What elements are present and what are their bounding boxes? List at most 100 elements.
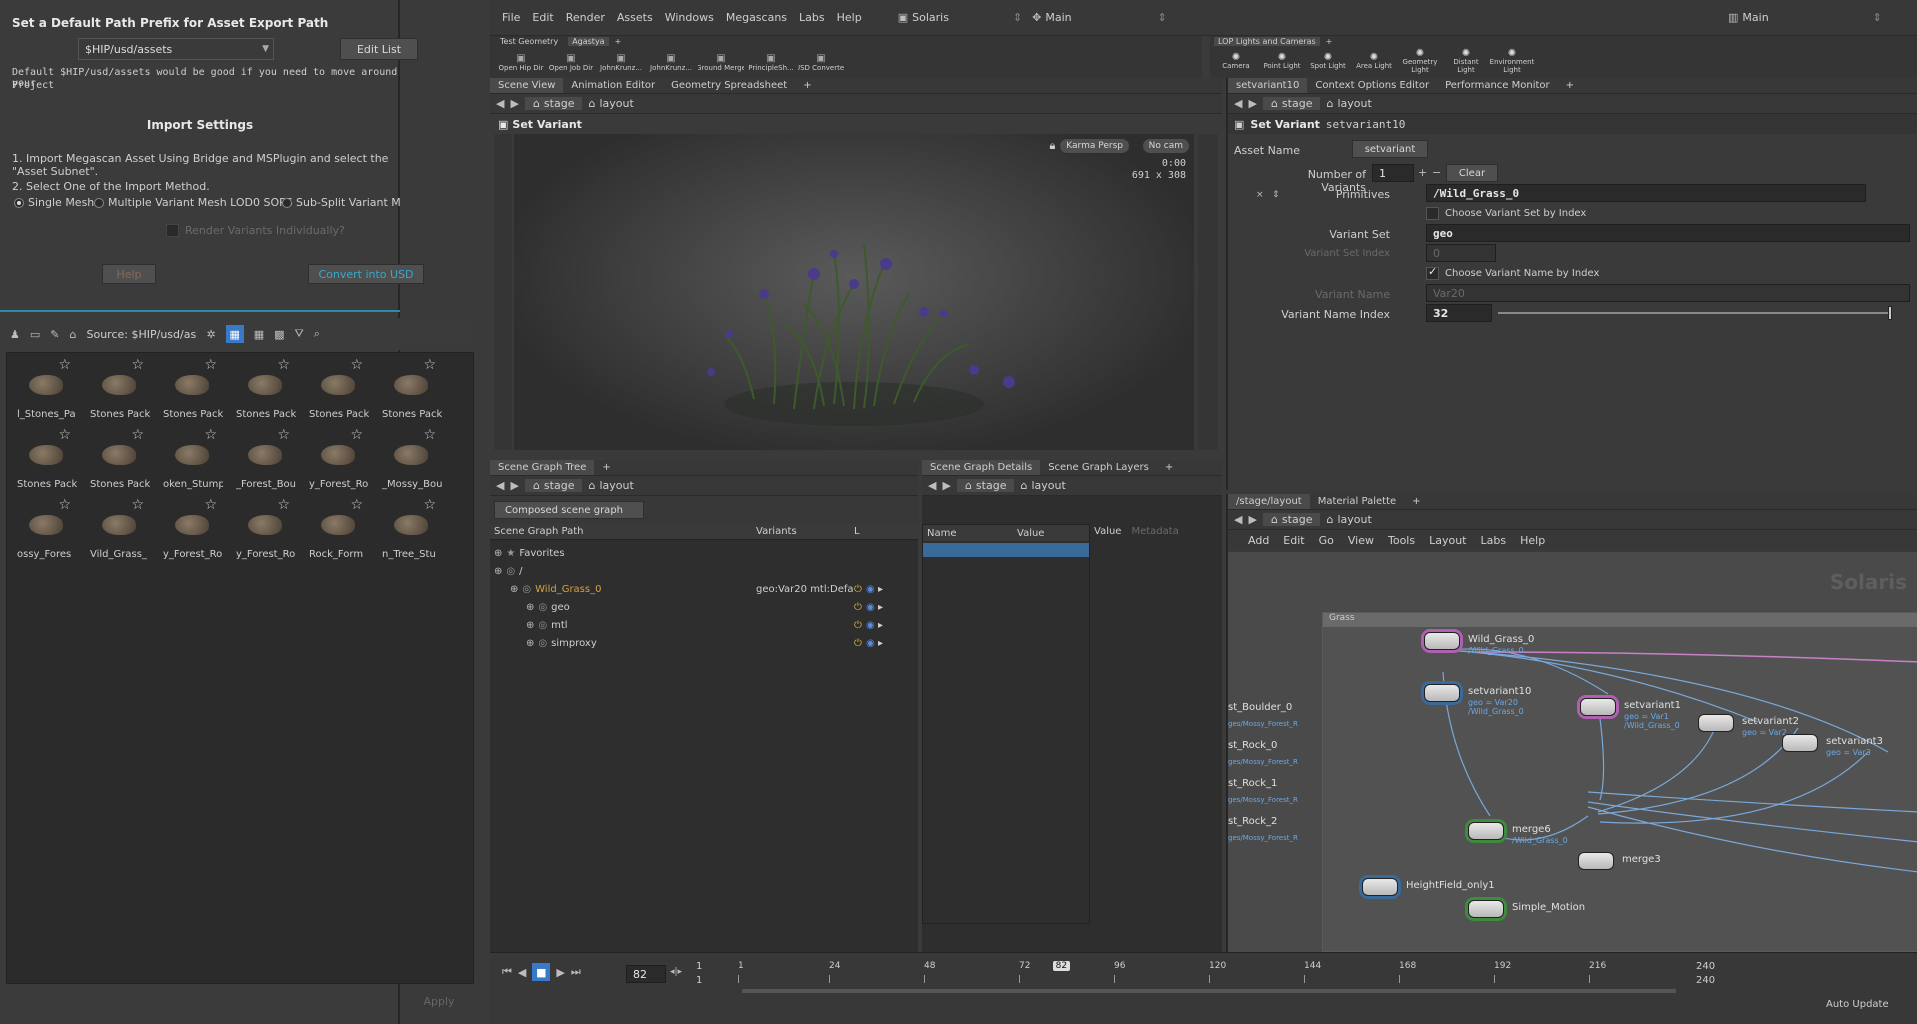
clear-button[interactable]: Clear — [1446, 164, 1498, 182]
favorite-star-icon[interactable]: ☆ — [350, 357, 363, 373]
solaris-icon[interactable]: ◉ — [866, 638, 878, 649]
param-tab-0[interactable]: setvariant10 — [1228, 78, 1308, 93]
favorite-star-icon[interactable]: ☆ — [277, 427, 290, 443]
side-node-label[interactable]: ges/Mossy_Forest_R — [1228, 796, 1308, 816]
asset-tile[interactable]: ☆ Vild_Grass_ — [90, 497, 150, 567]
asset-tile[interactable]: ☆ y_Forest_Ro — [236, 497, 296, 567]
asset-tile[interactable]: ☆ y_Forest_Ro — [163, 497, 223, 567]
slider-handle[interactable] — [1888, 306, 1892, 320]
start-frame[interactable]: 1 — [696, 961, 718, 972]
menu-edit[interactable]: Edit — [532, 11, 553, 24]
filter-icon[interactable]: ⛛ — [295, 327, 304, 341]
tree-row[interactable]: ⊕ ◎ mtl ⏻ ◉ ▸ — [490, 616, 918, 634]
metadata-tab[interactable]: Metadata — [1131, 526, 1178, 537]
forward-icon[interactable]: ▶ — [1248, 97, 1256, 110]
crumb-layout[interactable]: ⌂ layout — [588, 479, 633, 492]
radio-sub-split[interactable]: Sub-Split Variant Meshes inside LOD0 — [282, 196, 400, 209]
step-icon[interactable]: ◂|▸ — [670, 967, 682, 977]
crumb-layout[interactable]: ⌂ layout — [1020, 479, 1065, 492]
forward-icon[interactable]: ▶ — [1248, 513, 1256, 526]
asset-tile[interactable]: ☆ Stones Pack — [382, 357, 442, 427]
favorite-star-icon[interactable]: ☆ — [204, 357, 217, 373]
network-tab-1[interactable]: Material Palette — [1310, 494, 1404, 509]
radio-single-mesh[interactable]: Single Mesh — [14, 196, 94, 209]
node-name-field[interactable]: setvariant10 — [1326, 118, 1405, 131]
asset-tile[interactable]: ☆ Stones Pack — [309, 357, 369, 427]
asset-tile[interactable]: ☆ Stones Pack — [90, 357, 150, 427]
frame-marker[interactable]: 82 — [1052, 961, 1071, 971]
renderer-menu[interactable]: 🔒︎ Karma Persp — [1049, 138, 1130, 154]
favorite-star-icon[interactable]: ☆ — [131, 357, 144, 373]
favorite-star-icon[interactable]: ☆ — [277, 357, 290, 373]
crumb-layout[interactable]: ⌂ layout — [1326, 513, 1371, 526]
menu-help[interactable]: Help — [837, 11, 862, 24]
crumb-stage[interactable]: ⌂ stage — [524, 479, 583, 492]
heightfield-node[interactable] — [1362, 878, 1398, 896]
add-tab-icon[interactable]: + — [594, 460, 618, 475]
light-tool-2[interactable]: ✺ Spot Light — [1308, 53, 1348, 71]
asset-tile[interactable]: ☆ Rock_Form — [309, 497, 369, 567]
walk-icon[interactable]: ♟ — [10, 328, 20, 341]
menu-assets[interactable]: Assets — [617, 11, 653, 24]
setvariant3-node[interactable] — [1782, 734, 1818, 752]
tree-row[interactable]: ⊕ ◎Wild_Grass_0 geo:Var20 mtl:Default⏻◉▸ — [490, 580, 918, 598]
network-canvas[interactable]: Solaris Grass Wild_Grass_0/Wild_Grass_0 s… — [1228, 552, 1917, 952]
asset-tile[interactable]: ☆ l_Stones_Pa — [17, 357, 77, 427]
grid-medium-icon[interactable]: ▩ — [274, 328, 284, 341]
light-tool-5[interactable]: ✺ Distant Light — [1446, 49, 1486, 75]
grid-large-icon[interactable]: ▦ — [225, 325, 244, 343]
variant-name-input[interactable]: Var20 — [1426, 284, 1910, 302]
param-tab-2[interactable]: Performance Monitor — [1437, 78, 1558, 93]
range-start[interactable]: 1 — [696, 975, 718, 986]
details-tab-1[interactable]: Scene Graph Layers — [1040, 460, 1157, 475]
net-menu-labs[interactable]: Labs — [1481, 534, 1507, 547]
col-path[interactable]: Scene Graph Path — [490, 526, 752, 537]
light-tool-0[interactable]: ✺ Camera — [1216, 53, 1256, 71]
menu-render[interactable]: Render — [566, 11, 605, 24]
select-icon[interactable]: ▸ — [878, 602, 890, 613]
expand-icon[interactable]: ⊕ — [494, 566, 502, 577]
choose-set-index-toggle[interactable]: Choose Variant Set by Index — [1426, 207, 1586, 220]
favorite-star-icon[interactable]: ☆ — [131, 497, 144, 513]
favorite-star-icon[interactable]: ☆ — [423, 427, 436, 443]
favorite-star-icon[interactable]: ☆ — [131, 427, 144, 443]
asset-tile[interactable]: ☆ Stones Pack — [236, 357, 296, 427]
menu-windows[interactable]: Windows — [665, 11, 714, 24]
tag-icon[interactable]: ⌂ — [70, 328, 77, 341]
minus-icon[interactable]: − — [1432, 166, 1441, 179]
range-end[interactable]: 240 — [1696, 975, 1715, 986]
end-frame[interactable]: 240 — [1696, 961, 1715, 972]
last-frame-icon[interactable]: ⏭ — [571, 965, 581, 979]
help-button[interactable]: Help — [102, 264, 156, 284]
favorite-star-icon[interactable]: ☆ — [350, 427, 363, 443]
crumb-stage[interactable]: ⌂ stage — [1262, 97, 1321, 110]
solaris-icon[interactable]: ◉ — [866, 620, 878, 631]
details-tab-0[interactable]: Scene Graph Details — [922, 460, 1041, 475]
asset-name-menu[interactable]: setvariant — [1352, 140, 1428, 158]
crumb-layout[interactable]: ⌂ layout — [1326, 97, 1371, 110]
viewer-tab-1[interactable]: Animation Editor — [563, 78, 663, 93]
first-frame-icon[interactable]: ⏮ — [502, 965, 512, 979]
shelf-tool-0[interactable]: ▣ Open Hip Dir — [498, 53, 544, 72]
camera-menu[interactable]: No cam — [1141, 138, 1190, 154]
value-tab[interactable]: Value — [1094, 526, 1121, 537]
wild-grass-node[interactable] — [1424, 632, 1460, 650]
add-tab-icon[interactable]: + — [615, 37, 622, 46]
favorite-star-icon[interactable]: ☆ — [423, 357, 436, 373]
menu-labs[interactable]: Labs — [799, 11, 825, 24]
add-tab-icon[interactable]: + — [1404, 494, 1428, 509]
plus-icon[interactable]: + — [1418, 166, 1427, 179]
menu-megascans[interactable]: Megascans — [726, 11, 787, 24]
side-node-label[interactable]: ges/Mossy_Forest_R — [1228, 720, 1308, 740]
expand-icon[interactable]: ⊕ — [526, 602, 534, 613]
convert-usd-button[interactable]: Convert into USD — [308, 264, 424, 284]
col-l[interactable]: L — [854, 526, 868, 537]
timeline-ruler[interactable]: 1 24 48 72 96 120 144 168 192 216 82 — [738, 961, 1684, 985]
light-tool-4[interactable]: ✺ Geometry Light — [1400, 49, 1440, 75]
col-variants[interactable]: Variants — [752, 526, 854, 537]
side-node-label[interactable]: ges/Mossy_Forest_R — [1228, 758, 1308, 778]
viewer-tab-2[interactable]: Geometry Spreadsheet — [663, 78, 795, 93]
expand-icon[interactable]: ⊕ — [526, 638, 534, 649]
asset-tile[interactable]: ☆ oken_Stump — [163, 427, 223, 497]
setvariant10-node[interactable] — [1424, 684, 1460, 702]
